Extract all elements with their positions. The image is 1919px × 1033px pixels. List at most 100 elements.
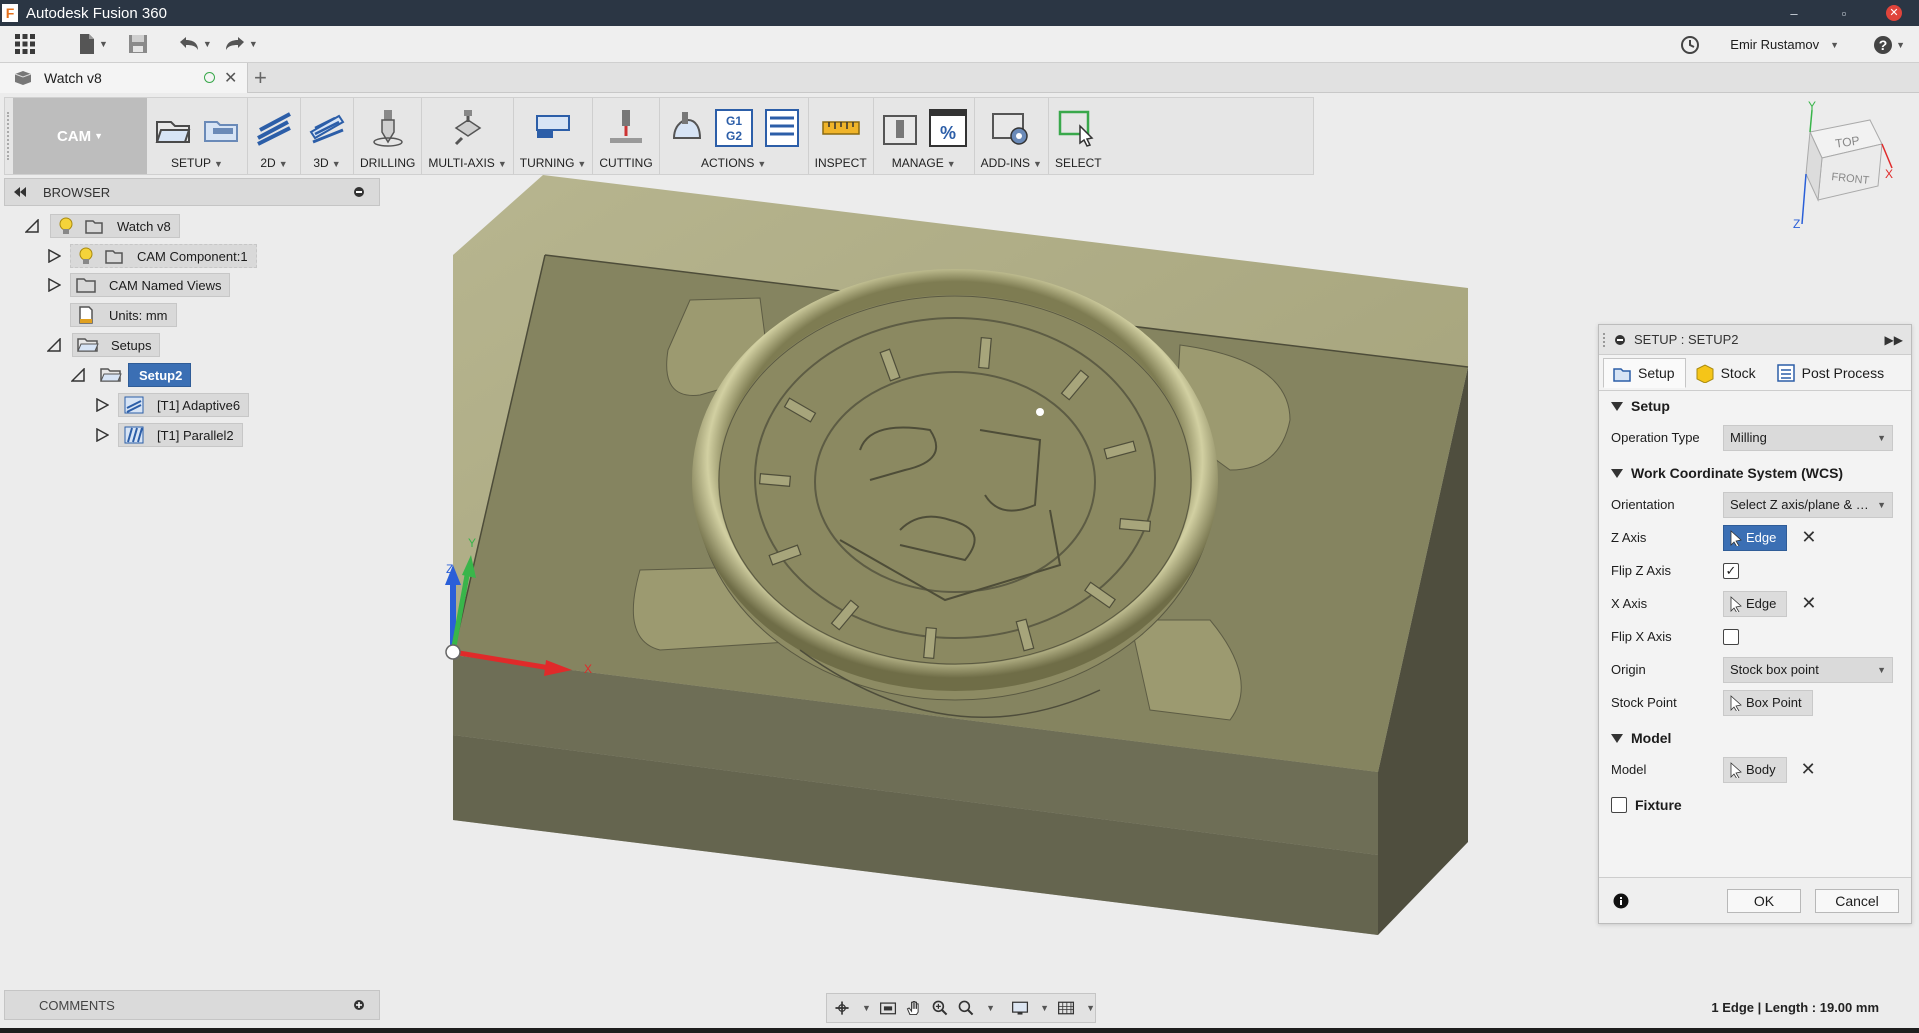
dialog-minimize-icon[interactable] [1614,334,1626,346]
visibility-bulb-icon[interactable] [75,246,97,266]
post-process-g-code-icon[interactable]: G1G2 [714,108,754,148]
comments-panel[interactable]: COMMENTS [4,990,380,1020]
z-axis-selector[interactable]: Edge [1723,524,1788,551]
tree-node-setup2[interactable]: Setup2 [70,362,192,388]
selected-node[interactable]: Setup2 [128,363,192,387]
ribbon-group-manage[interactable]: % MANAGE ▼ [874,98,975,174]
ribbon-group-drilling[interactable]: DRILLING [354,98,423,174]
info-icon[interactable] [1613,893,1629,909]
section-fixture-header[interactable]: Fixture [1599,790,1911,820]
display-settings-icon[interactable] [1011,998,1029,1018]
orientation-dropdown[interactable]: Select Z axis/plane & X axis ▼ [1723,491,1893,518]
save-button[interactable] [128,34,148,54]
browser-pin-icon[interactable] [353,186,365,198]
ribbon-group-select[interactable]: SELECT [1049,98,1108,174]
browser-panel-header[interactable]: BROWSER [4,178,380,206]
stock-point-selector[interactable]: Box Point [1723,689,1813,716]
view-cube[interactable]: TOP FRONT Y X Z [1778,100,1898,230]
zoom-icon[interactable] [931,998,949,1018]
operation-type-dropdown[interactable]: Milling ▼ [1723,424,1893,451]
ribbon-group-multi-axis[interactable]: MULTI-AXIS ▼ [422,98,514,174]
ribbon-group-cutting[interactable]: CUTTING [593,98,660,174]
tree-node-units[interactable]: Units: mm [70,302,177,328]
new-setup-icon[interactable] [153,108,193,148]
chevron-down-icon[interactable]: ▼ [1086,1003,1095,1013]
section-setup-header[interactable]: Setup [1599,391,1911,421]
fit-zoom-icon[interactable] [957,998,975,1018]
cutting-icon[interactable] [606,108,646,148]
tool-library-icon[interactable] [880,108,920,148]
drill-icon[interactable] [368,108,408,148]
dialog-grip[interactable] [1603,332,1606,347]
templates-percent-icon[interactable]: % [928,108,968,148]
expanded-triangle-icon[interactable] [46,337,62,353]
workspace-switcher-button[interactable]: CAM ▼ [13,98,147,174]
collapsed-triangle-icon[interactable] [94,397,110,413]
tree-node-setups[interactable]: Setups [46,332,161,358]
tree-node-document[interactable]: Watch v8 [24,213,180,239]
minimize-button[interactable]: – [1769,0,1819,26]
tree-node-adaptive6[interactable]: [T1] Adaptive6 [94,392,250,418]
restore-button[interactable]: ▫ [1819,0,1869,26]
flip-x-checkbox[interactable] [1723,628,1739,645]
3d-adaptive-icon[interactable] [307,108,347,148]
visibility-bulb-icon[interactable] [55,216,77,236]
origin-dropdown[interactable]: Stock box point ▼ [1723,656,1893,683]
close-tab-icon[interactable]: ✕ [224,68,237,88]
flip-z-checkbox[interactable]: ✓ [1723,562,1739,579]
chevron-down-icon[interactable]: ▼ [986,1003,995,1013]
clear-z-axis-icon[interactable]: ✕ [1801,527,1816,548]
new-tab-button[interactable]: + [254,65,267,91]
orbit-icon[interactable] [833,998,851,1018]
pan-hand-icon[interactable] [905,998,923,1018]
ribbon-group-2d[interactable]: 2D ▼ [248,98,301,174]
redo-button[interactable]: ▼ [224,36,258,52]
ribbon-group-3d[interactable]: 3D ▼ [301,98,354,174]
look-at-icon[interactable] [879,998,897,1018]
tree-node-cam-component[interactable]: CAM Component:1 [46,243,257,269]
ribbon-group-add-ins[interactable]: ADD-INS ▼ [975,98,1049,174]
add-comment-icon[interactable] [353,999,365,1011]
undo-button[interactable]: ▼ [178,36,212,52]
ribbon-group-turning[interactable]: TURNING ▼ [514,98,594,174]
fixture-checkbox[interactable] [1611,797,1627,813]
multi-axis-icon[interactable] [448,108,488,148]
file-menu-button[interactable]: ▼ [78,33,108,55]
setup-folder-icon[interactable] [201,108,241,148]
turning-icon[interactable] [533,108,573,148]
expanded-triangle-icon[interactable] [70,367,86,383]
model-selector[interactable]: Body [1723,756,1787,783]
tree-node-parallel2[interactable]: [T1] Parallel2 [94,422,243,448]
ribbon-group-setup[interactable]: SETUP ▼ [147,98,248,174]
chevron-down-icon[interactable]: ▼ [862,1003,871,1013]
ok-button[interactable]: OK [1727,889,1801,913]
x-axis-selector[interactable]: Edge [1723,590,1788,617]
section-wcs-header[interactable]: Work Coordinate System (WCS) [1599,458,1911,488]
clear-x-axis-icon[interactable]: ✕ [1801,593,1816,614]
job-status-clock-icon[interactable] [1680,35,1700,55]
setup-dialog-header[interactable]: SETUP : SETUP2 ▶▶ [1599,325,1911,355]
section-model-header[interactable]: Model [1599,723,1911,753]
add-ins-gear-icon[interactable] [991,108,1031,148]
measure-icon[interactable] [821,108,861,148]
2d-adaptive-icon[interactable] [254,108,294,148]
ribbon-grip[interactable] [7,112,11,160]
help-menu[interactable]: ? ▼ [1873,35,1905,55]
expanded-triangle-icon[interactable] [24,218,40,234]
user-menu[interactable]: Emir Rustamov ▼ [1730,37,1839,52]
grid-settings-icon[interactable] [1057,998,1075,1018]
clear-model-icon[interactable]: ✕ [1801,759,1816,780]
collapsed-triangle-icon[interactable] [94,427,110,443]
simulate-icon[interactable] [666,108,706,148]
tab-post-process[interactable]: Post Process [1767,358,1895,388]
close-window-button[interactable]: ✕ [1869,0,1919,26]
tab-stock[interactable]: Stock [1686,358,1767,388]
tree-node-named-views[interactable]: CAM Named Views [46,272,231,298]
cancel-button[interactable]: Cancel [1815,889,1899,913]
collapse-browser-icon[interactable] [13,187,27,197]
setup-sheet-icon[interactable] [762,108,802,148]
data-panel-button[interactable] [14,33,36,55]
collapsed-triangle-icon[interactable] [46,248,62,264]
tab-setup[interactable]: Setup [1603,357,1686,388]
chevron-down-icon[interactable]: ▼ [1040,1003,1049,1013]
